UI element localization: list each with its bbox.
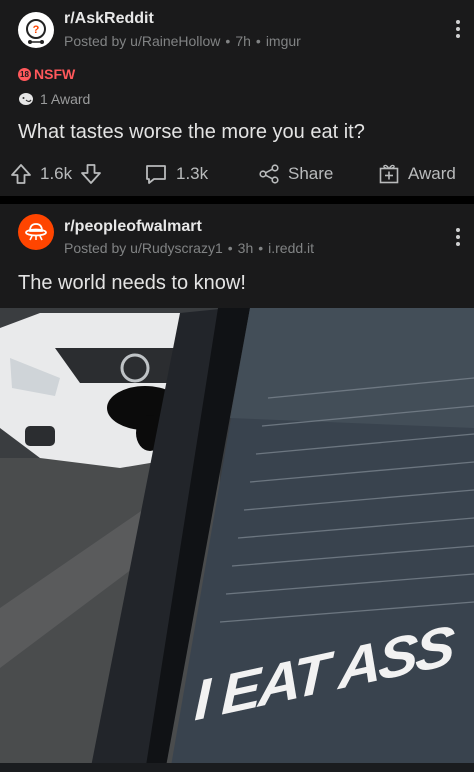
post-card-askreddit[interactable]: ? r/AskReddit Posted by u/RaineHollow • 7h…: [0, 0, 474, 196]
askreddit-avatar-icon[interactable]: ?: [18, 12, 54, 48]
award-button-label: Award: [408, 164, 456, 183]
downvote-arrow-icon[interactable]: [80, 163, 102, 185]
peopleofwalmart-ufo-icon[interactable]: [18, 214, 54, 250]
comments-button[interactable]: 1.3k: [144, 158, 208, 190]
awards-row[interactable]: 1 Award: [18, 91, 90, 107]
post-title[interactable]: What tastes worse the more you eat it?: [18, 121, 365, 144]
post-age: 7h: [235, 33, 251, 49]
share-icon: [259, 164, 279, 184]
vote-count: 1.6k: [40, 164, 73, 183]
comment-bubble-icon: [146, 165, 166, 184]
post-card-peopleofwalmart[interactable]: r/peopleofwalmart Posted by u/Rudyscrazy…: [0, 204, 474, 308]
post-source[interactable]: imgur: [266, 33, 301, 49]
more-options-icon[interactable]: [456, 20, 460, 41]
share-label: Share: [288, 164, 334, 183]
posted-by[interactable]: Posted by u/RaineHollow: [64, 33, 220, 49]
comment-count: 1.3k: [176, 164, 209, 183]
svg-text:?: ?: [33, 24, 40, 36]
post-title[interactable]: The world needs to know!: [18, 272, 246, 295]
posted-by[interactable]: Posted by u/Rudyscrazy1: [64, 240, 223, 256]
nsfw-tag: 18 NSFW: [18, 66, 75, 82]
subreddit-name[interactable]: r/AskReddit: [64, 10, 154, 28]
vote-group: 1.6k: [10, 158, 102, 190]
award-emoji-icon: [19, 93, 33, 105]
post-meta: Posted by u/Rudyscrazy1 • 3h • i.redd.it: [64, 240, 315, 256]
subreddit-name[interactable]: r/peopleofwalmart: [64, 218, 202, 236]
post-age: 3h: [237, 240, 254, 256]
post-meta: Posted by u/RaineHollow • 7h • imgur: [64, 33, 301, 49]
more-options-icon[interactable]: [456, 228, 460, 249]
award-button[interactable]: Award: [378, 158, 456, 190]
upvote-arrow-icon[interactable]: [10, 163, 32, 185]
nsfw-badge-icon: 18: [18, 67, 31, 81]
share-button[interactable]: Share: [258, 158, 333, 190]
award-count-label: 1 Award: [40, 91, 91, 107]
post-actions-bar: 1.6k 1.3k Share Award: [0, 158, 474, 190]
nsfw-label: NSFW: [34, 66, 76, 82]
award-gift-icon: [379, 164, 399, 184]
post-source[interactable]: i.redd.it: [268, 240, 314, 256]
post-divider: [0, 196, 474, 204]
